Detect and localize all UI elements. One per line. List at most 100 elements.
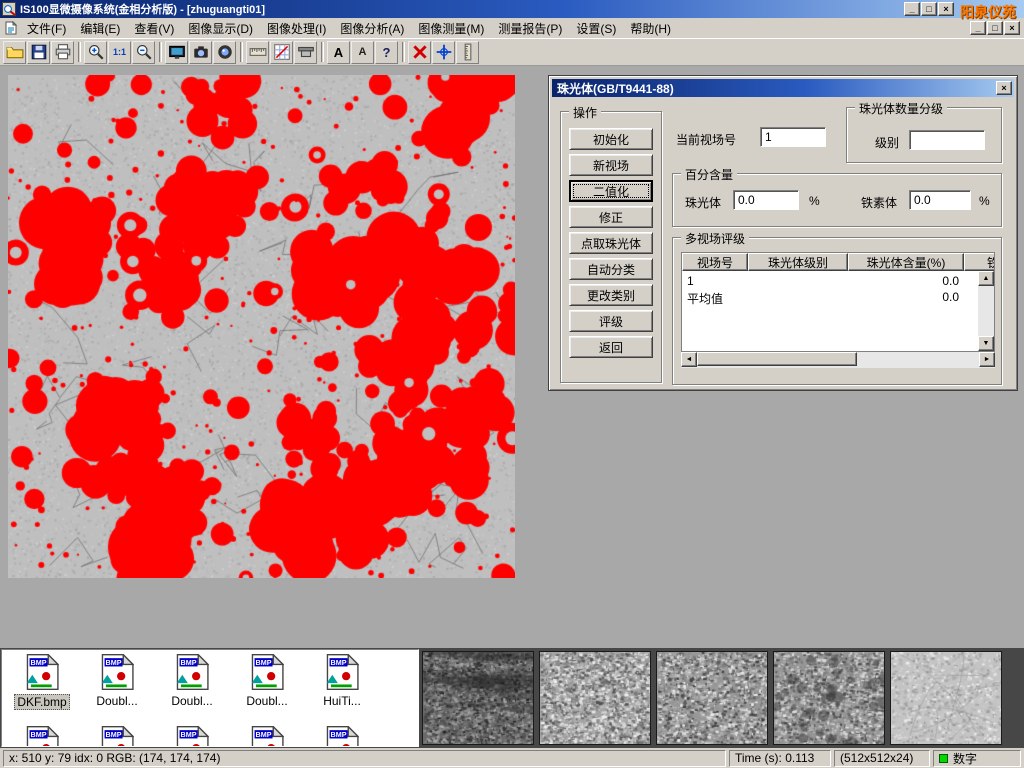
file-name-label: Doubl... bbox=[94, 694, 139, 708]
print-button[interactable] bbox=[51, 41, 74, 64]
file-item[interactable]: BMP bbox=[6, 726, 78, 747]
measure-blue-button[interactable] bbox=[432, 41, 455, 64]
file-name-label: HuiTi... bbox=[321, 694, 363, 708]
file-item[interactable]: BMP bbox=[156, 726, 228, 747]
op-button-8[interactable]: 返回 bbox=[569, 336, 653, 358]
help-button[interactable]: ? bbox=[375, 41, 398, 64]
scrollbar-track[interactable] bbox=[857, 352, 979, 368]
title-bar[interactable]: IS100显微摄像系统(金相分析版) - [zhuguangti01] 阳泉仪苑… bbox=[0, 0, 1024, 18]
file-item[interactable]: BMP bbox=[306, 726, 378, 747]
scroll-left-icon[interactable]: ◄ bbox=[681, 352, 697, 367]
delete-red-button[interactable] bbox=[408, 41, 431, 64]
horizontal-scrollbar[interactable]: ◄ ► bbox=[681, 352, 995, 368]
toolbar-separator bbox=[321, 42, 324, 62]
op-button-6[interactable]: 更改类别 bbox=[569, 284, 653, 306]
window-title: IS100显微摄像系统(金相分析版) - [zhuguangti01] bbox=[20, 1, 265, 17]
table-header-2[interactable]: 珠光体含量(%) bbox=[848, 253, 964, 271]
svg-text:BMP: BMP bbox=[31, 658, 47, 667]
op-button-0[interactable]: 初始化 bbox=[569, 128, 653, 150]
table-header-3[interactable]: 铁素 bbox=[964, 253, 995, 271]
save-button[interactable] bbox=[27, 41, 50, 64]
maximize-button[interactable]: □ bbox=[921, 2, 937, 16]
delete-red-icon bbox=[411, 43, 429, 61]
close-button[interactable]: × bbox=[938, 2, 954, 16]
vertical-scrollbar[interactable]: ▲ ▼ bbox=[978, 271, 994, 351]
sample-thumbnail[interactable] bbox=[539, 651, 651, 745]
file-name-label: Doubl... bbox=[244, 694, 289, 708]
file-item[interactable]: BMPDoubl... bbox=[231, 654, 303, 708]
menu-item-1[interactable]: 编辑(E) bbox=[73, 18, 127, 39]
monitor-icon bbox=[168, 43, 186, 61]
op-button-3[interactable]: 修正 bbox=[569, 206, 653, 228]
mdi-restore-button[interactable]: □ bbox=[987, 21, 1003, 35]
scroll-down-icon[interactable]: ▼ bbox=[978, 336, 994, 351]
zoom-out-button[interactable] bbox=[132, 41, 155, 64]
open-button[interactable] bbox=[3, 41, 26, 64]
stage-button[interactable] bbox=[294, 41, 317, 64]
mdi-minimize-button[interactable]: _ bbox=[970, 21, 986, 35]
op-button-4[interactable]: 点取珠光体 bbox=[569, 232, 653, 254]
ruler-v-button[interactable] bbox=[456, 41, 479, 64]
menu-item-8[interactable]: 设置(S) bbox=[569, 18, 623, 39]
monitor-button[interactable] bbox=[165, 41, 188, 64]
table-row[interactable]: 平均值0.0 bbox=[682, 290, 994, 306]
font-small-button[interactable]: A bbox=[351, 41, 374, 64]
table-cell bbox=[748, 290, 848, 306]
toolbar-separator bbox=[78, 42, 81, 62]
file-item[interactable]: BMPDoubl... bbox=[81, 654, 153, 708]
table-header-1[interactable]: 珠光体级别 bbox=[748, 253, 848, 271]
ruler-h-button[interactable] bbox=[246, 41, 269, 64]
menu-item-2[interactable]: 查看(V) bbox=[127, 18, 181, 39]
op-button-7[interactable]: 评级 bbox=[569, 310, 653, 332]
lens-button[interactable] bbox=[213, 41, 236, 64]
dialog-title-bar[interactable]: 珠光体(GB/T9441-88) × bbox=[552, 79, 1014, 97]
bmp-file-icon: BMP bbox=[231, 654, 303, 693]
ferrite-percent-input[interactable] bbox=[909, 190, 971, 210]
zoom-in-button[interactable] bbox=[84, 41, 107, 64]
menu-item-7[interactable]: 测量报告(P) bbox=[491, 18, 569, 39]
op-button-1[interactable]: 新视场 bbox=[569, 154, 653, 176]
actual-size-button[interactable]: 1:1 bbox=[108, 41, 131, 64]
file-name-label: Doubl... bbox=[169, 694, 214, 708]
measure-grid-button[interactable] bbox=[270, 41, 293, 64]
minimize-button[interactable]: _ bbox=[904, 2, 920, 16]
table-row[interactable]: 10.0 bbox=[682, 274, 994, 290]
menu-item-9[interactable]: 帮助(H) bbox=[623, 18, 678, 39]
level-input[interactable] bbox=[909, 130, 985, 150]
sample-thumbnail[interactable] bbox=[422, 651, 534, 745]
mdi-close-button[interactable]: × bbox=[1004, 21, 1020, 35]
camera-button[interactable] bbox=[189, 41, 212, 64]
file-browser[interactable]: BMPDKF.bmpBMPDoubl...BMPDoubl...BMPDoubl… bbox=[1, 649, 419, 747]
op-button-2[interactable]: 二值化 bbox=[569, 180, 653, 202]
font-button[interactable]: A bbox=[327, 41, 350, 64]
file-item[interactable]: BMP bbox=[231, 726, 303, 747]
scroll-right-icon[interactable]: ► bbox=[979, 352, 995, 367]
menu-item-6[interactable]: 图像测量(M) bbox=[411, 18, 491, 39]
time-panel: Time (s): 0.113 bbox=[729, 750, 831, 767]
menu-item-3[interactable]: 图像显示(D) bbox=[181, 18, 260, 39]
ferrite-label: 铁素体 bbox=[861, 194, 897, 211]
op-button-5[interactable]: 自动分类 bbox=[569, 258, 653, 280]
menu-item-4[interactable]: 图像处理(I) bbox=[260, 18, 333, 39]
metallographic-image[interactable] bbox=[8, 75, 515, 578]
scrollbar-thumb[interactable] bbox=[697, 352, 857, 366]
dialog-close-button[interactable]: × bbox=[996, 81, 1012, 95]
file-item[interactable]: BMPDKF.bmp bbox=[6, 654, 78, 710]
grading-group-label: 珠光体数量分级 bbox=[855, 100, 947, 117]
pearlite-percent-input[interactable] bbox=[733, 190, 799, 210]
file-item[interactable]: BMP bbox=[81, 726, 153, 747]
menu-item-5[interactable]: 图像分析(A) bbox=[333, 18, 411, 39]
sample-thumbnail[interactable] bbox=[656, 651, 768, 745]
bmp-file-icon: BMP bbox=[81, 654, 153, 693]
bmp-file-icon: BMP bbox=[306, 726, 378, 747]
status-indicator-icon bbox=[939, 754, 948, 763]
toolbar-separator bbox=[402, 42, 405, 62]
menu-item-0[interactable]: 文件(F) bbox=[20, 18, 73, 39]
sample-thumbnail[interactable] bbox=[890, 651, 1002, 745]
scroll-up-icon[interactable]: ▲ bbox=[978, 271, 994, 286]
file-item[interactable]: BMPHuiTi... bbox=[306, 654, 378, 708]
file-item[interactable]: BMPDoubl... bbox=[156, 654, 228, 708]
current-field-input[interactable] bbox=[760, 127, 826, 147]
sample-thumbnail[interactable] bbox=[773, 651, 885, 745]
table-header-0[interactable]: 视场号 bbox=[682, 253, 748, 271]
